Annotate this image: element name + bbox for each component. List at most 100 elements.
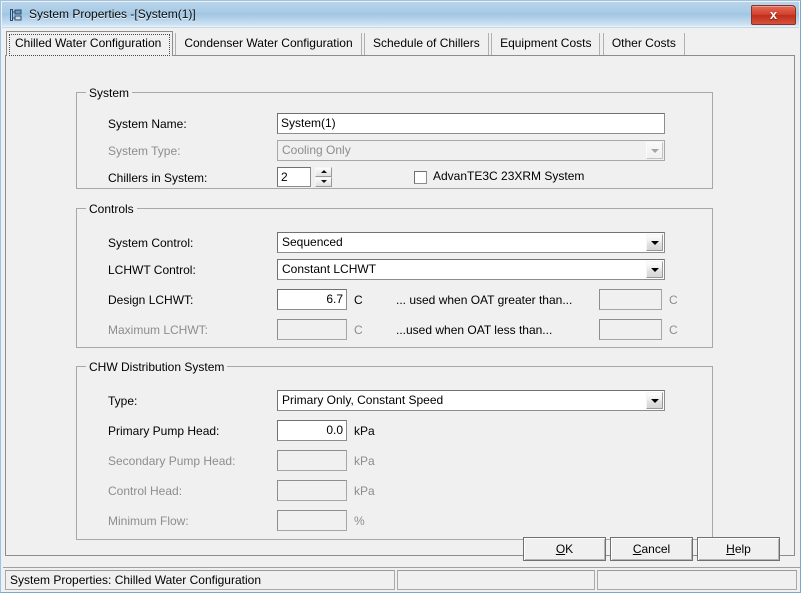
system-control-combo[interactable]: Sequenced	[277, 232, 665, 253]
maximum-lchwt-input[interactable]	[277, 319, 347, 340]
system-name-value: System(1)	[281, 116, 336, 130]
system-properties-window: System Properties -[System(1)] x Chilled…	[0, 0, 801, 593]
system-type-dropdown-button[interactable]	[646, 142, 663, 159]
cancel-rest: ancel	[641, 542, 671, 556]
lchwt-control-label: LCHWT Control:	[108, 263, 196, 277]
title-bar[interactable]: System Properties -[System(1)] x	[2, 2, 799, 28]
chevron-down-icon	[650, 398, 659, 403]
system-type-combo[interactable]: Cooling Only	[277, 140, 665, 161]
oat-less-than-label: ...used when OAT less than...	[396, 323, 553, 337]
minimum-flow-unit: %	[354, 514, 365, 528]
chw-type-label: Type:	[108, 394, 138, 408]
ok-mnemonic: O	[555, 542, 566, 556]
chevron-down-icon	[650, 240, 659, 245]
chw-type-value: Primary Only, Constant Speed	[282, 393, 444, 407]
window-title: System Properties -[System(1)]	[29, 7, 196, 21]
help-button[interactable]: Help	[697, 537, 780, 561]
tab-condenser-water-configuration[interactable]: Condenser Water Configuration	[175, 33, 362, 55]
oat-greater-than-input[interactable]	[599, 289, 662, 310]
tab-label: Schedule of Chillers	[373, 36, 480, 50]
system-type-label: System Type:	[108, 144, 181, 158]
system-control-value: Sequenced	[282, 235, 343, 249]
lchwt-control-value: Constant LCHWT	[282, 262, 377, 276]
advante3c-checkbox-label: AdvanTE3C 23XRM System	[433, 169, 585, 183]
tab-focus-rectangle	[9, 34, 170, 56]
triangle-up-icon	[320, 170, 327, 173]
ok-rest: K	[565, 542, 574, 556]
tab-label: Other Costs	[611, 36, 676, 50]
status-bar: System Properties: Chilled Water Configu…	[3, 567, 800, 591]
secondary-pump-head-unit: kPa	[354, 454, 375, 468]
maximum-lchwt-label: Maximum LCHWT:	[108, 323, 209, 337]
lchwt-control-combo[interactable]: Constant LCHWT	[277, 259, 665, 280]
help-mnemonic: H	[726, 542, 735, 556]
primary-pump-head-input[interactable]: 0.0	[277, 420, 347, 441]
group-chw-title: CHW Distribution System	[86, 360, 228, 374]
chillers-in-system-input[interactable]: 2	[277, 167, 311, 187]
chillers-in-system-stepper[interactable]: 2	[277, 167, 335, 188]
group-system: System System Name: System(1) System Typ…	[76, 86, 713, 189]
cancel-button[interactable]: Cancel	[610, 537, 693, 561]
oat-greater-than-label: ... used when OAT greater than...	[396, 293, 573, 307]
close-button[interactable]: x	[751, 5, 796, 25]
chevron-down-icon	[650, 267, 659, 272]
maximum-lchwt-unit: C	[354, 323, 363, 337]
system-control-dropdown-button[interactable]	[646, 234, 663, 251]
group-chw-distribution-system: CHW Distribution System Type: Primary On…	[76, 360, 713, 540]
oat-greater-than-unit: C	[669, 293, 678, 307]
system-type-value: Cooling Only	[282, 143, 351, 157]
primary-pump-head-value: 0.0	[326, 423, 343, 437]
chevron-down-icon	[650, 148, 659, 153]
status-panel-primary: System Properties: Chilled Water Configu…	[5, 570, 395, 590]
control-head-unit: kPa	[354, 484, 375, 498]
oat-less-than-input[interactable]	[599, 319, 662, 340]
status-panel-secondary	[397, 570, 595, 590]
cancel-button-label: Cancel	[633, 542, 670, 556]
minimum-flow-label: Minimum Flow:	[108, 514, 189, 528]
system-name-input[interactable]: System(1)	[277, 113, 665, 134]
design-lchwt-value: 6.7	[326, 292, 343, 306]
group-controls: Controls System Control: Sequenced LCHWT…	[76, 202, 713, 348]
control-head-input[interactable]	[277, 480, 347, 501]
group-controls-title: Controls	[86, 202, 137, 216]
tab-equipment-costs[interactable]: Equipment Costs	[491, 33, 601, 55]
system-control-label: System Control:	[108, 236, 194, 250]
status-panel-tertiary	[597, 570, 797, 590]
ok-button[interactable]: OK	[523, 537, 606, 561]
minimum-flow-input[interactable]	[277, 510, 347, 531]
primary-pump-head-unit: kPa	[354, 424, 375, 438]
tab-schedule-of-chillers[interactable]: Schedule of Chillers	[364, 33, 489, 55]
primary-pump-head-label: Primary Pump Head:	[108, 424, 220, 438]
tab-strip: Chilled Water Configuration Condenser Wa…	[6, 31, 685, 56]
tab-other-costs[interactable]: Other Costs	[602, 33, 685, 55]
checkbox-box	[414, 171, 427, 184]
tab-chilled-water-configuration[interactable]: Chilled Water Configuration	[6, 31, 173, 56]
lchwt-control-dropdown-button[interactable]	[646, 261, 663, 278]
chw-type-combo[interactable]: Primary Only, Constant Speed	[277, 390, 665, 411]
ok-button-label: OK	[556, 542, 573, 556]
design-lchwt-input[interactable]: 6.7	[277, 289, 347, 310]
secondary-pump-head-label: Secondary Pump Head:	[108, 454, 236, 468]
secondary-pump-head-input[interactable]	[277, 450, 347, 471]
triangle-down-icon	[320, 180, 327, 183]
tab-label: Equipment Costs	[500, 36, 592, 50]
control-head-label: Control Head:	[108, 484, 183, 498]
spinner-down-button[interactable]	[315, 177, 332, 187]
group-system-title: System	[86, 86, 133, 100]
chw-type-dropdown-button[interactable]	[646, 392, 663, 409]
close-icon: x	[769, 7, 778, 22]
design-lchwt-label: Design LCHWT:	[108, 293, 194, 307]
system-name-label: System Name:	[108, 117, 187, 131]
application-window-icon	[9, 7, 25, 23]
oat-less-than-unit: C	[669, 323, 678, 337]
help-button-label: Help	[726, 542, 751, 556]
chillers-in-system-spin-buttons	[315, 167, 332, 188]
chillers-in-system-value: 2	[281, 170, 288, 184]
tab-page-chilled-water-configuration: System System Name: System(1) System Typ…	[5, 55, 795, 556]
spinner-up-button[interactable]	[315, 167, 332, 177]
tab-label: Condenser Water Configuration	[184, 36, 353, 50]
dialog-client-area: Chilled Water Configuration Condenser Wa…	[2, 28, 800, 592]
design-lchwt-unit: C	[354, 293, 363, 307]
advante3c-checkbox[interactable]: AdvanTE3C 23XRM System	[414, 169, 614, 187]
chillers-in-system-label: Chillers in System:	[108, 171, 208, 185]
